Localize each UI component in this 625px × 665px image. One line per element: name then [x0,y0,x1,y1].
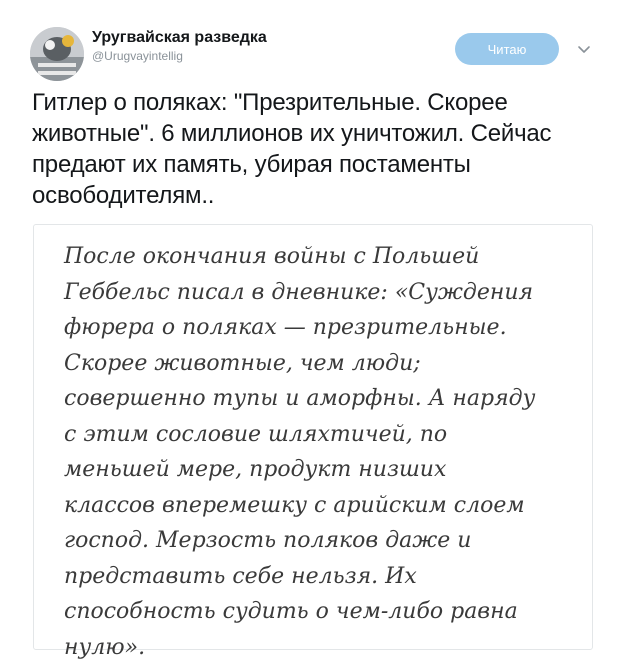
tweet-text: Гитлер о поляках: "Презрительные. Скорее… [32,89,552,209]
author-handle[interactable]: @Urugvayintellig [92,48,267,64]
author-display-name[interactable]: Уругвайская разведка [92,28,267,48]
attached-image[interactable]: После окончания войны с Польшей Геббельс… [33,224,593,660]
avatar[interactable] [30,27,84,81]
follow-button[interactable]: Читаю [455,33,559,65]
author-block: Уругвайская разведка @Urugvayintellig [92,28,267,64]
chevron-down-icon[interactable] [575,40,593,58]
quote-image-text: После окончания войны с Польшей Геббельс… [64,244,536,660]
avatar-image [30,27,84,81]
